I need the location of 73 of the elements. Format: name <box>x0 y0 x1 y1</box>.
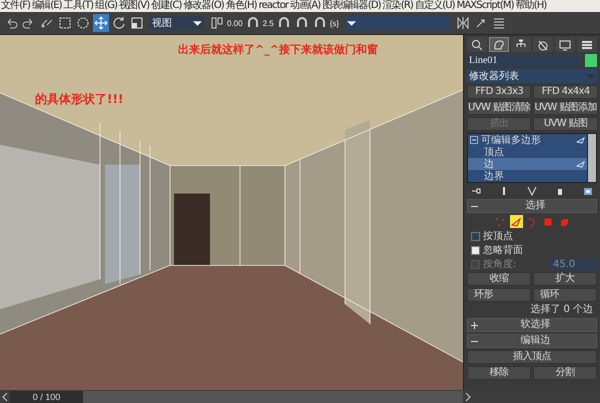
stripes-icon <box>581 38 593 50</box>
stack-item[interactable]: 边 <box>468 158 587 170</box>
modifier-list-dropdown[interactable]: 修改器列表 <box>467 69 597 83</box>
panel-button[interactable]: 扩大 <box>533 272 597 286</box>
frame-counter[interactable]: 0 / 100 <box>10 390 83 402</box>
menu-item[interactable]: 动画(A) <box>290 0 320 12</box>
selection-sets-button[interactable]: {s} <box>330 18 340 28</box>
panel-button[interactable]: 收缩 <box>467 272 531 286</box>
move-icon[interactable] <box>93 14 109 32</box>
reference-coordinate-dropdown[interactable]: 视图 <box>150 16 204 30</box>
bent-shape-icon <box>493 38 505 50</box>
menu-item[interactable]: 工具(T) <box>64 0 94 12</box>
menu-item[interactable]: reactor <box>258 0 288 12</box>
display-tab[interactable] <box>555 37 575 52</box>
snap-value: 2.5 <box>262 18 274 28</box>
rollout-header[interactable]: 编辑边 <box>467 334 597 348</box>
menu-item[interactable]: 创建(C) <box>151 0 182 12</box>
previous-frame-button[interactable] <box>0 390 10 402</box>
modify-tab[interactable] <box>489 37 509 52</box>
caption-text: 出来后就这样了^_^接下来就该做门和窗 <box>178 42 378 57</box>
panel-button[interactable]: 分割 <box>533 366 597 380</box>
checkbox-label: 按角度: <box>483 258 516 271</box>
menu-item[interactable]: 修改器(O) <box>184 0 224 12</box>
modifier-button[interactable]: FFD 4x4x4 <box>533 85 598 99</box>
edge-mode-icon[interactable] <box>510 215 522 228</box>
modifier-button[interactable]: UVW 贴图清除 <box>467 101 532 115</box>
spinner-button[interactable]: 循环 <box>533 288 597 302</box>
configure-icon[interactable] <box>581 185 595 197</box>
menu-item[interactable]: 帮助(H) <box>516 0 546 12</box>
menu-item[interactable]: 图表编辑器(D) <box>322 0 381 12</box>
caret-icon <box>586 72 595 80</box>
circle-slash-icon <box>537 38 549 50</box>
caret-icon <box>193 18 202 28</box>
caret-icon <box>347 18 356 28</box>
keyboard-readout[interactable]: 0.00 <box>227 18 243 28</box>
stack-item[interactable]: 可编辑多边形 <box>468 134 587 146</box>
spinner-button[interactable]: 环形 <box>467 288 531 302</box>
menu-item[interactable]: 视图(V) <box>119 0 150 12</box>
checkbox[interactable] <box>471 246 480 254</box>
menu-item[interactable]: 角色(H) <box>226 0 257 12</box>
menu-item[interactable]: 编辑(E) <box>32 0 62 12</box>
stack-item[interactable]: 顶点 <box>468 146 587 158</box>
selection-status: 选择了 0 个边 <box>529 304 594 316</box>
modifier-button[interactable]: UVW 贴图添加 <box>533 101 598 115</box>
triangle-icon <box>576 160 585 168</box>
modifier-button[interactable]: UVW 贴图 <box>533 117 598 131</box>
monitor-icon <box>559 38 571 50</box>
object-name-field[interactable]: Line01 <box>467 54 582 67</box>
scrollbar[interactable] <box>587 134 596 182</box>
rollout-header[interactable]: 软选择 <box>467 318 597 332</box>
triangle-icon <box>576 136 585 144</box>
modifier-button[interactable]: FFD 3x3x3 <box>467 85 532 99</box>
rollout-header[interactable]: 选择 <box>467 199 597 213</box>
menu-item[interactable]: 组(G) <box>95 0 118 12</box>
utilities-tab[interactable] <box>577 37 597 52</box>
next-frame-button[interactable] <box>463 390 473 402</box>
create-tab[interactable] <box>467 37 487 52</box>
fork-icon[interactable] <box>525 185 539 197</box>
stack-item[interactable]: 边界 <box>468 170 587 182</box>
magnifier-icon <box>471 38 483 50</box>
named-selection-field[interactable] <box>345 16 450 30</box>
checkbox[interactable] <box>471 232 480 240</box>
mirror-icon[interactable] <box>455 14 472 32</box>
object-color-swatch[interactable] <box>585 54 597 67</box>
checkbox-label: 忽略背面 <box>483 244 523 257</box>
panel-button[interactable]: 移除 <box>467 366 531 380</box>
menu-item[interactable]: MAXScript(M) <box>456 0 514 12</box>
caption-text: 的具体形状了!!! <box>35 91 124 108</box>
hierarchy-tab[interactable] <box>511 37 531 52</box>
checkbox-label: 按顶点 <box>483 230 513 243</box>
motion-tab[interactable] <box>533 37 553 52</box>
collapse-icon[interactable] <box>470 136 478 144</box>
panel-button[interactable]: 插入顶点 <box>467 350 597 364</box>
